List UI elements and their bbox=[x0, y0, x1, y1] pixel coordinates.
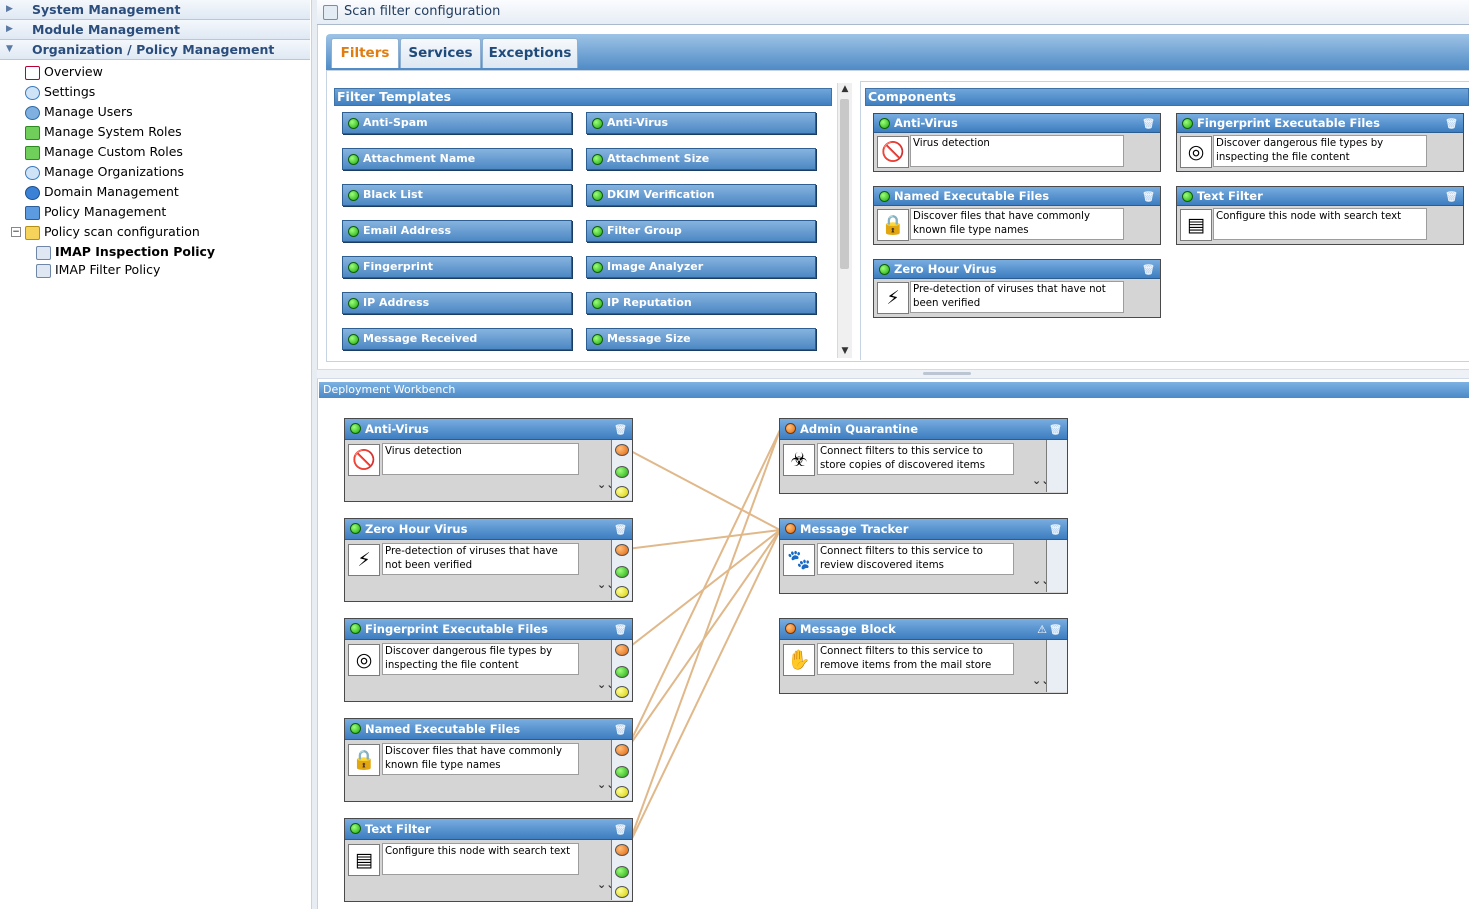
connection-line[interactable] bbox=[626, 529, 781, 550]
lock-icon: 🔒 bbox=[348, 744, 380, 776]
node-header[interactable]: Anti-Virus 🗑 bbox=[345, 419, 632, 440]
connection-line[interactable] bbox=[626, 429, 781, 750]
workbench-filter-zero-hour-virus[interactable]: Zero Hour Virus 🗑 ⚡ Pre-detection of viruse… bbox=[344, 518, 633, 602]
node-title: Text Filter bbox=[365, 822, 431, 836]
node-title: Anti-Virus bbox=[365, 422, 429, 436]
stop-hand-icon: ✋ bbox=[783, 644, 815, 676]
virus-icon: 🚫 bbox=[348, 444, 380, 476]
workbench-service-message-block[interactable]: Message Block ⚠ 🗑 ✋ Connect filters to this … bbox=[779, 618, 1068, 694]
connection-line[interactable] bbox=[626, 448, 781, 531]
node-description: Virus detection bbox=[382, 443, 579, 475]
output-port-green[interactable] bbox=[615, 766, 629, 778]
input-port-icon[interactable] bbox=[785, 423, 796, 434]
node-header[interactable]: Zero Hour Virus 🗑 bbox=[345, 519, 632, 540]
output-port-green[interactable] bbox=[615, 566, 629, 578]
status-dot-icon bbox=[350, 823, 361, 834]
trash-icon[interactable]: 🗑 bbox=[614, 721, 627, 741]
output-port-green[interactable] bbox=[615, 666, 629, 678]
node-title: Message Block bbox=[800, 622, 896, 636]
output-port-green[interactable] bbox=[615, 866, 629, 878]
input-port-icon[interactable] bbox=[785, 623, 796, 634]
node-title: Message Tracker bbox=[800, 522, 909, 536]
connection-line[interactable] bbox=[626, 529, 781, 850]
node-description: Discover dangerous file types by inspect… bbox=[382, 643, 579, 675]
output-port-yellow[interactable] bbox=[615, 686, 629, 698]
trash-icon[interactable]: 🗑 bbox=[1049, 621, 1062, 641]
node-side-strip bbox=[1046, 540, 1067, 592]
output-port-green[interactable] bbox=[615, 466, 629, 478]
connection-lines bbox=[626, 429, 781, 850]
status-dot-icon bbox=[350, 623, 361, 634]
status-dot-icon bbox=[350, 423, 361, 434]
output-port-orange[interactable] bbox=[615, 644, 629, 656]
output-port-yellow[interactable] bbox=[615, 786, 629, 798]
node-header[interactable]: Admin Quarantine 🗑 bbox=[780, 419, 1067, 440]
output-port-orange[interactable] bbox=[615, 444, 629, 456]
trash-icon[interactable]: 🗑 bbox=[1049, 421, 1062, 441]
node-title: Admin Quarantine bbox=[800, 422, 919, 436]
output-port-orange[interactable] bbox=[615, 844, 629, 856]
node-title: Zero Hour Virus bbox=[365, 522, 468, 536]
document-icon: ▤ bbox=[348, 844, 380, 876]
trash-icon[interactable]: 🗑 bbox=[614, 821, 627, 841]
node-title: Named Executable Files bbox=[365, 722, 521, 736]
node-description: Discover files that have commonly known … bbox=[382, 743, 579, 775]
workbench-filter-fingerprint-executable-files[interactable]: Fingerprint Executable Files 🗑 ◎ Discover d… bbox=[344, 618, 633, 702]
node-description: Connect filters to this service to remov… bbox=[817, 643, 1014, 675]
workbench-service-message-tracker[interactable]: Message Tracker 🗑 🐾 Connect filters to this… bbox=[779, 518, 1068, 594]
node-description: Connect filters to this service to store… bbox=[817, 443, 1014, 475]
node-side-strip bbox=[1046, 640, 1067, 692]
node-title: Fingerprint Executable Files bbox=[365, 622, 548, 636]
biohazard-icon: ☣ bbox=[783, 444, 815, 476]
trash-icon[interactable]: 🗑 bbox=[1049, 521, 1062, 541]
status-dot-icon bbox=[350, 723, 361, 734]
workbench-filter-anti-virus[interactable]: Anti-Virus 🗑 🚫 Virus detection ⌄⌄ bbox=[344, 418, 633, 502]
status-dot-icon bbox=[350, 523, 361, 534]
node-header[interactable]: Message Tracker 🗑 bbox=[780, 519, 1067, 540]
output-port-yellow[interactable] bbox=[615, 886, 629, 898]
connection-line[interactable] bbox=[626, 429, 781, 850]
output-port-orange[interactable] bbox=[615, 544, 629, 556]
output-port-yellow[interactable] bbox=[615, 586, 629, 598]
node-description: Pre-detection of viruses that have not b… bbox=[382, 543, 579, 575]
workbench-filter-named-executable-files[interactable]: Named Executable Files 🗑 🔒 Discover files t… bbox=[344, 718, 633, 802]
trash-icon[interactable]: 🗑 bbox=[614, 421, 627, 441]
input-port-icon[interactable] bbox=[785, 523, 796, 534]
trash-icon[interactable]: 🗑 bbox=[614, 621, 627, 641]
trash-icon[interactable]: 🗑 bbox=[614, 521, 627, 541]
warning-icon: ⚠ bbox=[1037, 623, 1047, 636]
node-header[interactable]: Named Executable Files 🗑 bbox=[345, 719, 632, 740]
node-header[interactable]: Text Filter 🗑 bbox=[345, 819, 632, 840]
node-description: Configure this node with search text bbox=[382, 843, 579, 875]
output-port-orange[interactable] bbox=[615, 744, 629, 756]
node-side-strip bbox=[1046, 440, 1067, 492]
node-description: Connect filters to this service to revie… bbox=[817, 543, 1014, 575]
zero-hour-virus-icon: ⚡ bbox=[348, 544, 380, 576]
fingerprint-icon: ◎ bbox=[348, 644, 380, 676]
workbench-filter-text-filter[interactable]: Text Filter 🗑 ▤ Configure this node with se… bbox=[344, 818, 633, 902]
node-header[interactable]: Fingerprint Executable Files 🗑 bbox=[345, 619, 632, 640]
workbench-service-admin-quarantine[interactable]: Admin Quarantine 🗑 ☣ Connect filters to thi… bbox=[779, 418, 1068, 494]
paw-prints-icon: 🐾 bbox=[783, 544, 815, 576]
node-header[interactable]: Message Block ⚠ 🗑 bbox=[780, 619, 1067, 640]
output-port-yellow[interactable] bbox=[615, 486, 629, 498]
